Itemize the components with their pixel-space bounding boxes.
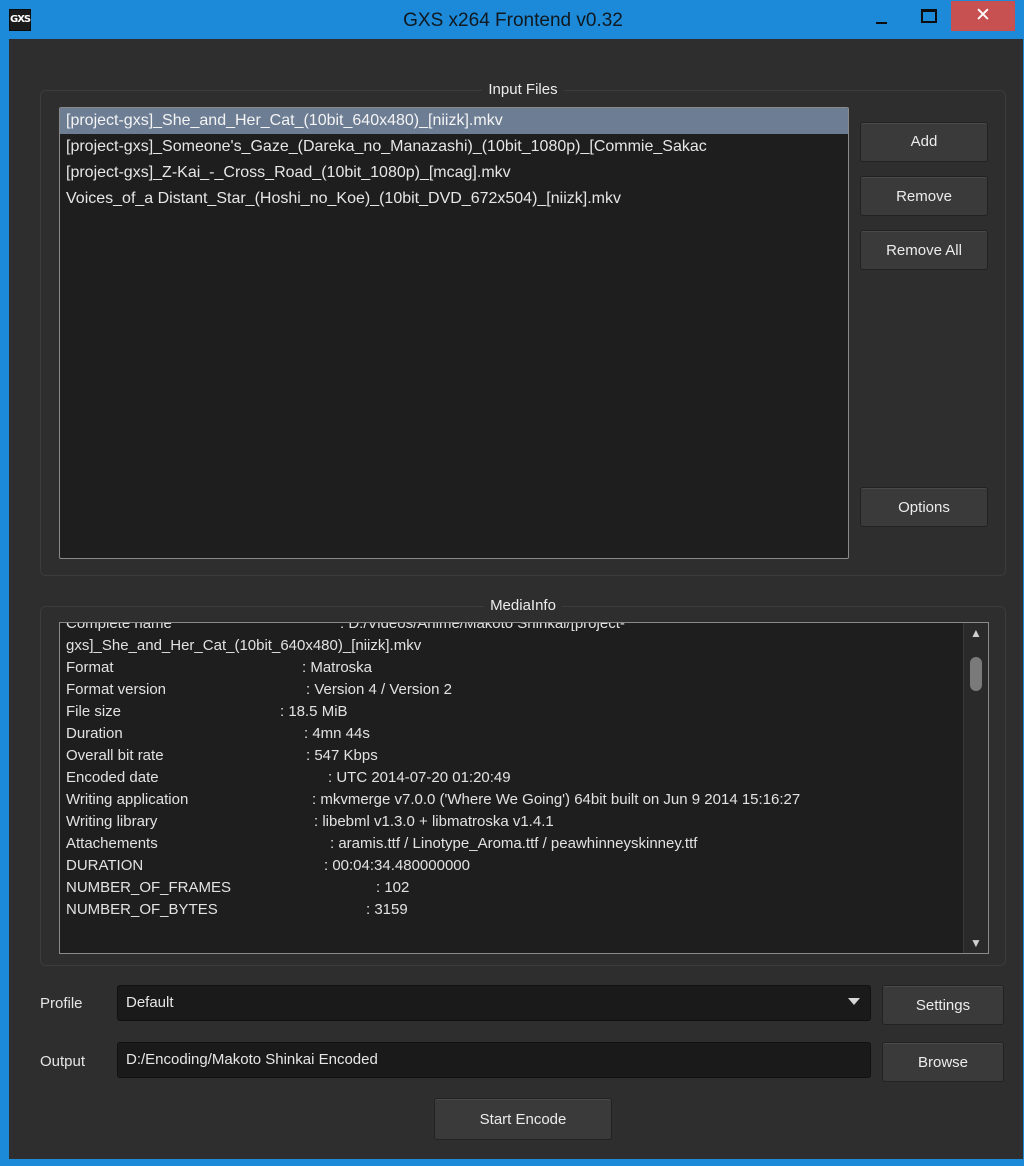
mediainfo-line: Complete name: D:/Videos/Anime/Makoto Sh… bbox=[66, 622, 625, 632]
mediainfo-line: Format version: Version 4 / Version 2 bbox=[66, 681, 452, 698]
profile-label: Profile bbox=[40, 995, 83, 1012]
mediainfo-line: File size: 18.5 MiB bbox=[66, 703, 348, 720]
mediainfo-line: Writing application: mkvmerge v7.0.0 ('W… bbox=[66, 791, 801, 808]
mediainfo-scrollbar[interactable]: ▲ ▼ bbox=[963, 623, 988, 953]
mediainfo-line: NUMBER_OF_FRAMES: 102 bbox=[66, 879, 410, 896]
chevron-down-icon bbox=[848, 998, 860, 1005]
title-bar[interactable]: GXS GXS x264 Frontend v0.32 ✕ bbox=[1, 1, 1024, 39]
mediainfo-group-title: MediaInfo bbox=[484, 597, 562, 614]
close-button[interactable]: ✕ bbox=[951, 1, 1015, 31]
mediainfo-line: DURATION: 00:04:34.480000000 bbox=[66, 857, 470, 874]
output-path-field[interactable]: D:/Encoding/Makoto Shinkai Encoded bbox=[117, 1042, 871, 1078]
input-files-list[interactable]: [project-gxs]_She_and_Her_Cat_(10bit_640… bbox=[59, 107, 849, 559]
list-item[interactable]: [project-gxs]_Someone's_Gaze_(Dareka_no_… bbox=[60, 134, 848, 160]
maximize-button[interactable] bbox=[905, 1, 949, 31]
list-item[interactable]: [project-gxs]_She_and_Her_Cat_(10bit_640… bbox=[60, 108, 848, 134]
maximize-icon bbox=[921, 9, 937, 23]
input-files-group-title: Input Files bbox=[482, 81, 564, 98]
profile-select-value: Default bbox=[126, 994, 174, 1011]
scrollbar-thumb[interactable] bbox=[970, 657, 982, 691]
main-window: GXS GXS x264 Frontend v0.32 ✕ Input File… bbox=[1, 0, 1024, 1160]
start-encode-button[interactable]: Start Encode bbox=[434, 1098, 612, 1140]
profile-select[interactable]: Default bbox=[117, 985, 871, 1021]
scroll-down-icon[interactable]: ▼ bbox=[964, 933, 988, 953]
mediainfo-line: Format: Matroska bbox=[66, 659, 373, 676]
mediainfo-line: Encoded date: UTC 2014-07-20 01:20:49 bbox=[66, 769, 511, 786]
list-item[interactable]: [project-gxs]_Z-Kai_-_Cross_Road_(10bit_… bbox=[60, 160, 848, 186]
browse-button[interactable]: Browse bbox=[882, 1042, 1004, 1082]
list-item[interactable]: Voices_of_a Distant_Star_(Hoshi_no_Koe)_… bbox=[60, 186, 848, 212]
mediainfo-line: Duration: 4mn 44s bbox=[66, 725, 370, 742]
close-icon: ✕ bbox=[975, 5, 991, 26]
remove-button[interactable]: Remove bbox=[860, 176, 988, 216]
add-button[interactable]: Add bbox=[860, 122, 988, 162]
minimize-button[interactable] bbox=[859, 1, 903, 31]
mediainfo-text[interactable]: Complete name: D:/Videos/Anime/Makoto Sh… bbox=[59, 622, 989, 954]
mediainfo-line: Attachements: aramis.ttf / Linotype_Arom… bbox=[66, 835, 698, 852]
mediainfo-line: Overall bit rate: 547 Kbps bbox=[66, 747, 378, 764]
options-button[interactable]: Options bbox=[860, 487, 988, 527]
mediainfo-line: gxs]_She_and_Her_Cat_(10bit_640x480)_[ni… bbox=[66, 637, 422, 654]
mediainfo-line: Writing library: libebml v1.3.0 + libmat… bbox=[66, 813, 554, 830]
scroll-up-icon[interactable]: ▲ bbox=[964, 623, 988, 643]
minimize-icon bbox=[876, 22, 887, 24]
mediainfo-line: NUMBER_OF_BYTES: 3159 bbox=[66, 901, 408, 918]
remove-all-button[interactable]: Remove All bbox=[860, 230, 988, 270]
output-label: Output bbox=[40, 1053, 86, 1070]
settings-button[interactable]: Settings bbox=[882, 985, 1004, 1025]
